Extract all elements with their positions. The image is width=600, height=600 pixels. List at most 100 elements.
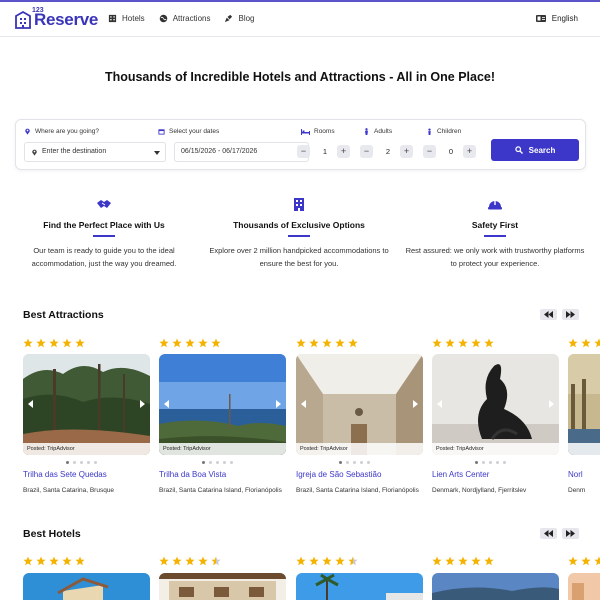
adults-value: 2 <box>385 147 391 156</box>
star-icon <box>296 556 306 566</box>
language-selector[interactable]: English <box>535 14 578 23</box>
feature-underline <box>288 235 310 237</box>
hotel-image[interactable] <box>432 573 559 600</box>
rooms-value: 1 <box>322 147 328 156</box>
hotels-section-title: Best Hotels <box>23 528 81 540</box>
hotel-image[interactable] <box>159 573 286 600</box>
hotel-image[interactable] <box>296 573 423 600</box>
star-icon <box>484 556 494 566</box>
rooms-minus-button[interactable]: − <box>297 145 310 158</box>
hotel-image[interactable] <box>568 573 600 600</box>
image-prev-arrow[interactable] <box>164 400 169 408</box>
rating-stars <box>296 338 358 348</box>
rooms-plus-button[interactable]: + <box>337 145 350 158</box>
attraction-location: Denmark, Nordjylland, Fjerritslev <box>432 487 527 494</box>
star-icon <box>471 556 481 566</box>
adults-minus-button[interactable]: − <box>360 145 373 158</box>
image-next-arrow[interactable] <box>549 400 554 408</box>
attractions-carousel-controls <box>540 309 579 320</box>
rating-stars <box>568 338 600 348</box>
attraction-image[interactable]: Posted: TripAdvisor <box>23 354 150 455</box>
star-icon <box>198 338 208 348</box>
hotel-image[interactable] <box>23 573 150 600</box>
attraction-name-link[interactable]: Norl <box>568 470 583 479</box>
attraction-image[interactable] <box>568 354 600 455</box>
top-navigation-bar: 123 Reserve Hotels Attractions Blog Engl… <box>0 0 600 37</box>
attraction-image[interactable]: Posted: TripAdvisor <box>296 354 423 455</box>
image-prev-arrow[interactable] <box>301 400 306 408</box>
search-icon <box>514 146 523 154</box>
star-icon <box>172 338 182 348</box>
forest-trail-photo <box>23 354 150 455</box>
attraction-location: Denm <box>568 487 586 494</box>
attraction-name-link[interactable]: Igreja de São Sebastião <box>296 470 381 479</box>
nav-attractions[interactable]: Attractions <box>159 14 211 23</box>
image-pagination-dots <box>475 461 506 464</box>
image-next-arrow[interactable] <box>140 400 145 408</box>
location-pin-icon <box>32 149 37 156</box>
feature-title: Find the Perfect Place with Us <box>43 220 165 230</box>
logo[interactable]: 123 Reserve <box>14 7 98 32</box>
star-icon <box>445 556 455 566</box>
hotel-photo <box>296 573 423 600</box>
hotel-photo <box>432 573 559 600</box>
star-icon <box>594 556 600 566</box>
main-nav: Hotels Attractions Blog <box>108 14 255 23</box>
chevron-double-left-icon <box>544 311 553 318</box>
children-value: 0 <box>448 147 454 156</box>
adults-plus-button[interactable]: + <box>400 145 413 158</box>
logo-building-icon <box>15 10 31 29</box>
children-minus-button[interactable]: − <box>423 145 436 158</box>
feature-text: Rest assured: we only work with trustwor… <box>405 246 585 268</box>
nav-blog[interactable]: Blog <box>224 14 255 23</box>
star-icon <box>568 556 578 566</box>
image-next-arrow[interactable] <box>276 400 281 408</box>
attraction-name-link[interactable]: Lien Arts Center <box>432 470 489 479</box>
star-icon <box>75 338 85 348</box>
star-icon <box>322 556 332 566</box>
star-icon <box>348 556 358 566</box>
star-icon <box>568 338 578 348</box>
star-icon <box>432 338 442 348</box>
star-icon <box>458 338 468 348</box>
feature-underline <box>93 235 115 237</box>
nav-attractions-label: Attractions <box>172 14 211 23</box>
date-range-input[interactable]: 06/15/2026 - 06/17/2026 <box>174 142 309 162</box>
sculpture-photo <box>432 354 559 455</box>
destination-placeholder: Enter the destination <box>42 148 107 155</box>
star-icon <box>211 338 221 348</box>
attraction-name-link[interactable]: Trilha da Boa Vista <box>159 470 226 479</box>
nav-hotels[interactable]: Hotels <box>108 14 145 23</box>
feature-perfect-place: Find the Perfect Place with Us Our team … <box>14 197 194 270</box>
star-icon <box>198 556 208 566</box>
image-prev-arrow[interactable] <box>437 400 442 408</box>
star-icon <box>471 338 481 348</box>
chevron-double-left-icon <box>544 530 553 537</box>
destination-select[interactable]: Enter the destination <box>24 142 166 162</box>
image-pagination-dots <box>202 461 233 464</box>
attraction-image[interactable]: Posted: TripAdvisor <box>159 354 286 455</box>
children-label: Children <box>426 128 461 135</box>
attraction-location: Brazil, Santa Catarina Island, Florianóp… <box>159 487 282 494</box>
search-box: Where are you going? Enter the destinati… <box>15 119 586 170</box>
attraction-location: Brazil, Santa Catarina Island, Florianóp… <box>296 487 419 494</box>
image-next-arrow[interactable] <box>413 400 418 408</box>
attraction-name-link[interactable]: Trilha das Sete Quedas <box>23 470 107 479</box>
star-icon <box>159 556 169 566</box>
hotels-next-button[interactable] <box>562 528 579 539</box>
ocean-view-photo <box>159 354 286 455</box>
person-icon <box>365 128 368 135</box>
image-pagination-dots <box>66 461 97 464</box>
star-icon <box>348 338 358 348</box>
attractions-prev-button[interactable] <box>540 309 557 320</box>
attraction-image[interactable]: Posted: TripAdvisor <box>432 354 559 455</box>
language-label: English <box>551 14 578 23</box>
star-icon <box>309 338 319 348</box>
image-prev-arrow[interactable] <box>28 400 33 408</box>
children-plus-button[interactable]: + <box>463 145 476 158</box>
search-button[interactable]: Search <box>491 139 579 161</box>
star-icon <box>62 338 72 348</box>
attractions-next-button[interactable] <box>562 309 579 320</box>
hotels-prev-button[interactable] <box>540 528 557 539</box>
posted-source: Posted: TripAdvisor <box>159 443 286 455</box>
